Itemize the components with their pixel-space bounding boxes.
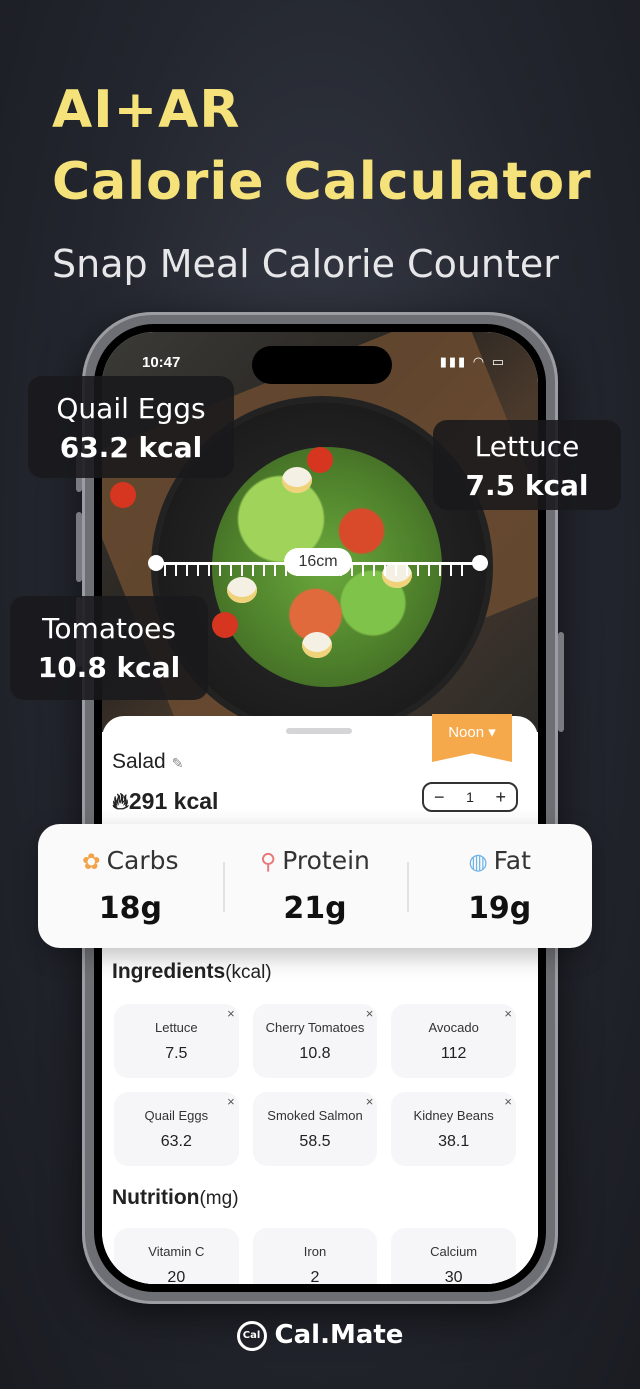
tag-value: 10.8 kcal bbox=[37, 651, 181, 684]
ruler-handle-left[interactable] bbox=[148, 555, 164, 571]
egg-image bbox=[227, 577, 257, 603]
decrement-button[interactable]: − bbox=[434, 787, 445, 808]
app-logo-icon: Cal bbox=[236, 1320, 267, 1351]
quantity-stepper[interactable]: − 1 + bbox=[422, 782, 518, 812]
ruler-label: 16cm bbox=[284, 548, 352, 576]
nutrition-value: 30 bbox=[444, 1269, 463, 1284]
wheat-icon: ✿ bbox=[82, 850, 101, 875]
headline-line2: Calorie Calculator bbox=[52, 152, 592, 212]
ar-ruler[interactable]: 16cm bbox=[148, 548, 488, 578]
close-icon[interactable]: × bbox=[366, 1006, 374, 1021]
status-time: 10:47 bbox=[142, 354, 181, 371]
close-icon[interactable]: × bbox=[504, 1006, 512, 1021]
tomato-image bbox=[110, 482, 136, 508]
ingredient-card[interactable]: × Lettuce 7.5 bbox=[114, 1004, 239, 1078]
macro-carbs: ✿ Carbs 18g bbox=[38, 824, 223, 948]
close-icon[interactable]: × bbox=[227, 1006, 235, 1021]
egg-image bbox=[302, 632, 332, 658]
nutrition-name: Vitamin C bbox=[148, 1244, 205, 1259]
ingredient-card[interactable]: × Kidney Beans 38.1 bbox=[391, 1092, 516, 1166]
tomato-image bbox=[212, 612, 238, 638]
headline-subtitle: Snap Meal Calorie Counter bbox=[52, 242, 559, 286]
meal-detail-sheet: Noon ▾ Salad ✎ 🔥︎291 kcal − 1 + Ingredien… bbox=[102, 714, 538, 1284]
phone-side-button bbox=[558, 632, 564, 732]
macro-protein: ⚲ Protein 21g bbox=[222, 824, 408, 948]
ingredient-value: 112 bbox=[440, 1045, 467, 1062]
ruler-handle-right[interactable] bbox=[472, 555, 488, 571]
dynamic-island bbox=[252, 346, 392, 384]
ingredient-name: Smoked Salmon bbox=[267, 1108, 363, 1123]
nutrition-card: Calcium 30 bbox=[391, 1228, 516, 1284]
avocado-icon: ◍ bbox=[468, 850, 488, 875]
meal-kcal-row: 🔥︎291 kcal bbox=[112, 788, 218, 815]
macro-label: Carbs bbox=[106, 846, 179, 875]
nutrition-card: Vitamin C 20 bbox=[114, 1228, 239, 1284]
tag-lettuce: Lettuce 7.5 kcal bbox=[433, 420, 621, 510]
meal-time-label: Noon bbox=[448, 724, 485, 741]
nutrition-title: Nutrition(mg) bbox=[112, 1186, 239, 1209]
ingredient-card[interactable]: × Quail Eggs 63.2 bbox=[114, 1092, 239, 1166]
ingredient-name: Kidney Beans bbox=[413, 1108, 494, 1123]
nutrition-value: 20 bbox=[167, 1269, 186, 1284]
headline-line1: AI+AR bbox=[52, 80, 241, 140]
macro-fat: ◍ Fat 19g bbox=[407, 824, 592, 948]
ingredient-name: Avocado bbox=[428, 1020, 479, 1035]
tag-tomatoes: Tomatoes 10.8 kcal bbox=[10, 596, 208, 700]
tag-name: Tomatoes bbox=[42, 612, 176, 645]
ingredient-card[interactable]: × Cherry Tomatoes 10.8 bbox=[252, 1004, 378, 1078]
brand-name: Cal.Mate bbox=[274, 1320, 404, 1350]
egg-image bbox=[282, 467, 312, 493]
ingredient-card[interactable]: × Avocado 112 bbox=[391, 1004, 516, 1078]
sheet-handle[interactable] bbox=[286, 728, 352, 734]
close-icon[interactable]: × bbox=[504, 1094, 512, 1109]
phone-side-button bbox=[76, 512, 82, 582]
ingredient-value: 38.1 bbox=[438, 1133, 470, 1150]
meal-time-dropdown[interactable]: Noon ▾ bbox=[432, 714, 512, 762]
nutrition-name: Calcium bbox=[430, 1244, 478, 1259]
nutrition-card: Iron 2 bbox=[252, 1228, 378, 1284]
quantity-value: 1 bbox=[466, 789, 474, 805]
status-icons: ▮▮▮ ◠ ▭ bbox=[439, 354, 506, 369]
ingredient-name: Lettuce bbox=[155, 1020, 198, 1035]
macro-value: 19g bbox=[468, 891, 532, 926]
close-icon[interactable]: × bbox=[227, 1094, 235, 1109]
tag-value: 63.2 kcal bbox=[59, 431, 203, 464]
macro-label: Protein bbox=[282, 846, 370, 875]
ingredient-value: 63.2 bbox=[160, 1133, 192, 1150]
nutrition-name: Iron bbox=[303, 1244, 327, 1259]
macro-label: Fat bbox=[493, 846, 531, 875]
ingredients-grid: × Lettuce 7.5 × Cherry Tomatoes 10.8 × Avocad… bbox=[114, 1004, 516, 1166]
ingredient-card[interactable]: × Smoked Salmon 58.5 bbox=[252, 1092, 378, 1166]
tomato-image bbox=[307, 447, 333, 473]
ingredient-name: Cherry Tomatoes bbox=[265, 1020, 365, 1035]
tag-name: Quail Eggs bbox=[56, 392, 206, 425]
macro-value: 18g bbox=[98, 891, 162, 926]
close-icon[interactable]: × bbox=[366, 1094, 374, 1109]
ingredient-value: 7.5 bbox=[165, 1045, 188, 1062]
macro-value: 21g bbox=[283, 891, 347, 926]
tag-quail-eggs: Quail Eggs 63.2 kcal bbox=[28, 376, 234, 478]
nutrition-value: 2 bbox=[310, 1269, 320, 1284]
ingredient-value: 58.5 bbox=[299, 1133, 331, 1150]
chevron-down-icon: ▾ bbox=[488, 724, 496, 741]
meal-name: Salad bbox=[112, 750, 166, 773]
brand-footer: Cal Cal.Mate bbox=[0, 1320, 640, 1351]
flame-icon: 🔥︎ bbox=[112, 788, 129, 814]
nutrition-grid: Vitamin C 20 Iron 2 Calcium 30 bbox=[114, 1228, 516, 1284]
tag-value: 7.5 kcal bbox=[465, 469, 589, 502]
meal-kcal: 291 kcal bbox=[128, 788, 219, 814]
pencil-icon[interactable]: ✎ bbox=[172, 755, 184, 771]
tag-name: Lettuce bbox=[474, 430, 580, 463]
ingredient-name: Quail Eggs bbox=[144, 1108, 209, 1123]
meal-name-row[interactable]: Salad ✎ bbox=[112, 750, 183, 774]
ingredients-title: Ingredients(kcal) bbox=[112, 960, 272, 983]
ingredient-value: 10.8 bbox=[299, 1045, 331, 1062]
drumstick-icon: ⚲ bbox=[260, 850, 277, 875]
increment-button[interactable]: + bbox=[495, 787, 506, 808]
macros-card: ✿ Carbs 18g ⚲ Protein 21g ◍ Fat 19g bbox=[38, 824, 592, 948]
